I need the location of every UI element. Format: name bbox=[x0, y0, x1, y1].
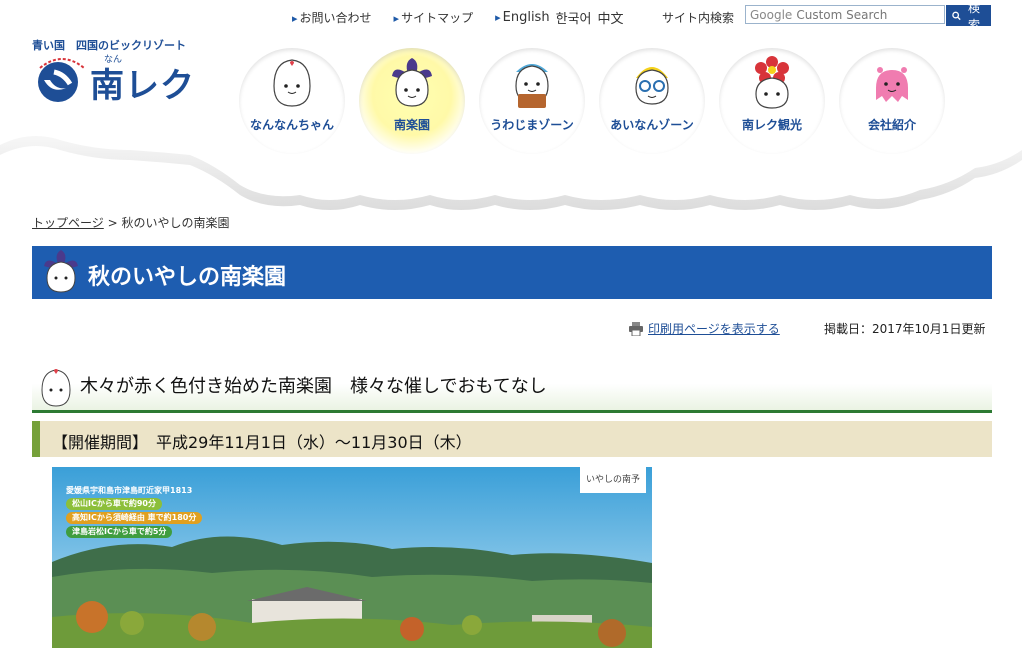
nav-nanreku-kanko[interactable]: 南レク観光 bbox=[718, 48, 826, 158]
nav-label: 南楽園 bbox=[393, 118, 430, 132]
nav-circle: 南楽園 bbox=[359, 48, 465, 154]
print-link-row: 印刷用ページを表示する bbox=[628, 320, 780, 337]
nav-circle: 会社紹介 bbox=[839, 48, 945, 154]
nannanchan-mascot-icon bbox=[273, 59, 311, 107]
printer-icon bbox=[629, 321, 643, 336]
section-heading: 木々が赤く色付き始めた南楽園 様々な催しでおもてなし bbox=[32, 366, 992, 413]
iris-mascot-icon bbox=[392, 58, 432, 107]
poster-address: 愛媛県宇和島市津島町近家甲1813 bbox=[66, 486, 193, 495]
site-search-label: サイト内検索 bbox=[662, 11, 735, 25]
nav-circle: 南レク観光 bbox=[719, 48, 825, 154]
nav-nanrakuen[interactable]: 南楽園 bbox=[358, 48, 466, 158]
arrow-icon: ▸ bbox=[495, 10, 501, 24]
octopus-mascot-icon bbox=[876, 67, 908, 102]
page-title-bar: 秋のいやしの南楽園 bbox=[32, 246, 992, 299]
nav-label: うわじまゾーン bbox=[490, 118, 574, 132]
nav-circle: うわじまゾーン bbox=[479, 48, 585, 154]
event-period-bar: 【開催期間】 平成29年11月1日（水）～11月30日（木） bbox=[32, 421, 992, 457]
uwajima-mascot-icon bbox=[515, 64, 549, 108]
event-poster-image: 愛媛県宇和島市津島町近家甲1813 松山ICから車で約90分 高知ICから須崎経… bbox=[52, 467, 652, 648]
nannanchan-mascot-icon bbox=[41, 369, 71, 407]
nav-nannanchan[interactable]: なんなんちゃん bbox=[238, 48, 346, 158]
access-pill: 高知ICから須崎経由 車で約180分 bbox=[66, 512, 203, 524]
search-button-label: 検索 bbox=[968, 0, 981, 32]
nav-label: 南レク観光 bbox=[741, 118, 802, 132]
utility-nav: お問い合わせ サイトマップ ▸ English 한국어 中文 bbox=[292, 6, 629, 28]
section-heading-text: 木々が赤く色付き始めた南楽園 様々な催しでおもてなし bbox=[80, 376, 547, 397]
access-pill: 松山ICから車で約90分 bbox=[66, 498, 162, 510]
breadcrumb-current: 秋のいやしの南楽園 bbox=[121, 216, 230, 230]
language-links: ▸ English 한국어 中文 bbox=[495, 8, 629, 27]
nav-company-info[interactable]: 会社紹介 bbox=[838, 48, 946, 158]
nav-circle: あいなんゾーン bbox=[599, 48, 705, 154]
lang-english-link[interactable]: English bbox=[503, 10, 550, 25]
sitemap-link[interactable]: サイトマップ bbox=[394, 9, 473, 26]
search-input[interactable]: Google Custom Search bbox=[745, 5, 945, 24]
lang-chinese-link[interactable]: 中文 bbox=[597, 8, 623, 27]
breadcrumb: トップページ > 秋のいやしの南楽園 bbox=[32, 214, 230, 231]
google-logo: Google bbox=[750, 7, 793, 22]
nav-uwajima-zone[interactable]: うわじまゾーン bbox=[478, 48, 586, 158]
lang-korean-link[interactable]: 한국어 bbox=[556, 8, 592, 27]
print-page-link[interactable]: 印刷用ページを表示する bbox=[648, 320, 780, 337]
search-button[interactable]: 検索 bbox=[946, 1, 991, 32]
nav-label: 会社紹介 bbox=[867, 118, 916, 132]
plum-flower-mascot-icon bbox=[755, 56, 789, 109]
logo-name: 南レク bbox=[90, 66, 195, 106]
poster-sign: いやしの南予 bbox=[580, 467, 646, 493]
posted-date: 掲載日：2017年10月1日更新 bbox=[824, 322, 986, 336]
event-period-text: 【開催期間】 平成29年11月1日（水）～11月30日（木） bbox=[52, 433, 472, 452]
breadcrumb-home-link[interactable]: トップページ bbox=[32, 216, 104, 230]
nav-circle: なんなんちゃん bbox=[239, 48, 345, 154]
page-title: 秋のいやしの南楽園 bbox=[88, 265, 287, 290]
iris-mascot-icon bbox=[44, 250, 78, 293]
search-icon bbox=[952, 11, 961, 20]
contact-link[interactable]: お問い合わせ bbox=[292, 9, 372, 26]
nav-label: なんなんちゃん bbox=[249, 118, 334, 132]
breadcrumb-separator: > bbox=[107, 216, 118, 230]
access-pill: 津島岩松ICから車で約5分 bbox=[66, 526, 173, 538]
search-placeholder: Custom Search bbox=[796, 7, 888, 22]
ainan-mascot-icon bbox=[635, 67, 669, 105]
nav-ainan-zone[interactable]: あいなんゾーン bbox=[598, 48, 706, 158]
nav-label: あいなんゾーン bbox=[610, 118, 694, 132]
